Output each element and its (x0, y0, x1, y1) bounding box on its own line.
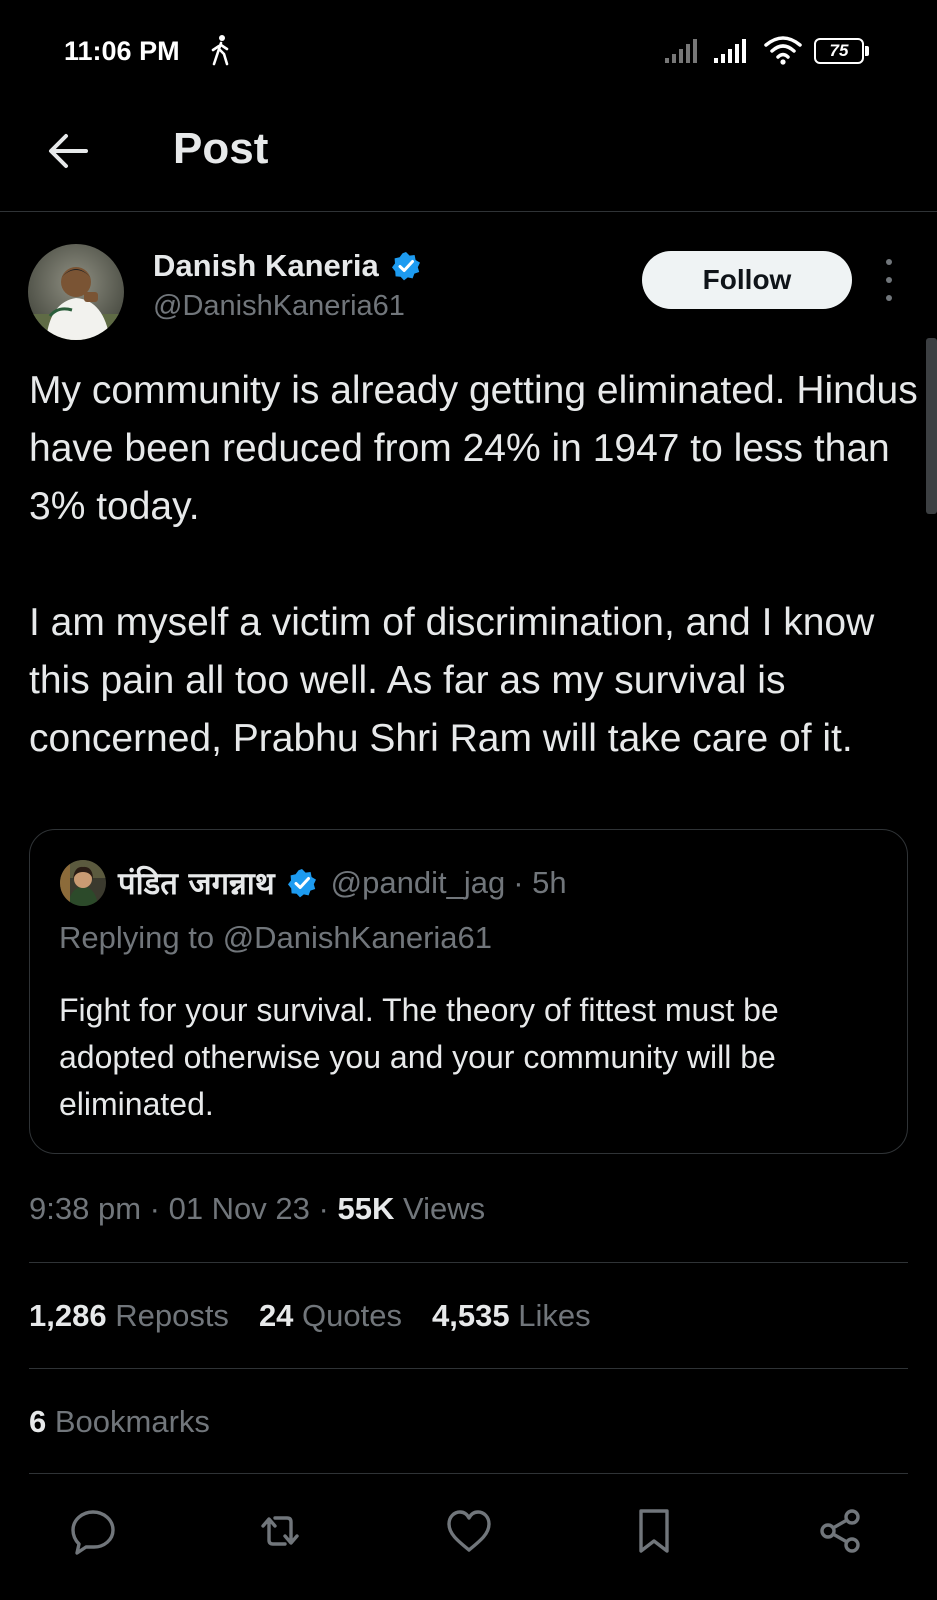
quote-author-handle[interactable]: @pandit_jag (331, 865, 506, 901)
arrow-left-icon[interactable] (42, 124, 94, 176)
quote-author-name[interactable]: पंडित जगन्नाथ (118, 862, 275, 904)
post-paragraph: My community is already getting eliminat… (29, 369, 918, 528)
signal-icon (714, 39, 746, 63)
bookmarks-stat[interactable]: 6 Bookmarks (29, 1404, 210, 1440)
replying-to[interactable]: Replying to @DanishKaneria61 (59, 920, 492, 956)
quote-timestamp: · 5h (513, 865, 567, 900)
quote-text: Fight for your survival. The theory of f… (59, 992, 779, 1122)
post-time: 9:38 pm (29, 1191, 142, 1226)
divider (29, 1473, 908, 1474)
scrollbar[interactable] (926, 338, 937, 514)
author-name-row: Danish Kaneria (153, 246, 421, 286)
status-time: 11:06 PM (64, 36, 180, 66)
battery-icon: 75 (814, 38, 870, 64)
bookmarks-count: 6 (29, 1404, 47, 1439)
like-icon[interactable] (444, 1506, 494, 1556)
verified-badge-icon (287, 869, 316, 898)
quoted-post[interactable]: पंडित जगन्नाथ @pandit_jag · 5h Replying … (29, 829, 908, 1154)
likes-label: Likes (518, 1298, 591, 1333)
status-bar: 11:06 PM 75 (0, 0, 937, 100)
verified-badge-icon (391, 252, 420, 281)
likes-count: 4,535 (432, 1298, 510, 1333)
post-meta: 9:38 pm · 01 Nov 23 · 55K Views (29, 1191, 486, 1226)
quotes-label: Quotes (302, 1298, 402, 1333)
repost-icon[interactable] (255, 1506, 305, 1556)
more-options-icon[interactable] (878, 259, 900, 301)
post-date: 01 Nov 23 (168, 1191, 310, 1226)
reposts-stat[interactable]: 1,286 Reposts (29, 1298, 229, 1334)
bookmarks-label: Bookmarks (54, 1404, 210, 1439)
reposts-label: Reposts (115, 1298, 229, 1333)
post-paragraph: I am myself a victim of discrimination, … (29, 601, 875, 760)
signal-icon (665, 39, 697, 63)
reply-icon[interactable] (68, 1506, 118, 1556)
post-stats: 1,286 Reposts 24 Quotes 4,535 Likes (29, 1298, 591, 1334)
quote-avatar[interactable] (60, 860, 106, 906)
author-handle[interactable]: @DanishKaneria61 (153, 290, 405, 323)
views-count: 55K (337, 1191, 395, 1226)
share-icon[interactable] (815, 1506, 865, 1556)
avatar[interactable] (28, 244, 124, 340)
quote-header: पंडित जगन्नाथ @pandit_jag · 5h (118, 862, 567, 904)
battery-level: 75 (829, 41, 849, 60)
action-bar (0, 1506, 937, 1562)
wifi-icon (764, 36, 802, 65)
post-text: My community is already getting eliminat… (29, 362, 924, 768)
divider (29, 1262, 908, 1263)
views-label: Views (402, 1191, 486, 1226)
page-title: Post (173, 124, 269, 173)
likes-stat[interactable]: 4,535 Likes (432, 1298, 591, 1334)
walking-icon (211, 35, 229, 66)
reposts-count: 1,286 (29, 1298, 107, 1333)
quotes-count: 24 (258, 1298, 294, 1333)
author-name[interactable]: Danish Kaneria (153, 248, 379, 284)
top-bar: Post (0, 100, 937, 212)
divider (29, 1368, 908, 1369)
follow-button[interactable]: Follow (642, 251, 852, 309)
bookmark-icon[interactable] (629, 1506, 679, 1556)
quotes-stat[interactable]: 24 Quotes (259, 1298, 402, 1334)
